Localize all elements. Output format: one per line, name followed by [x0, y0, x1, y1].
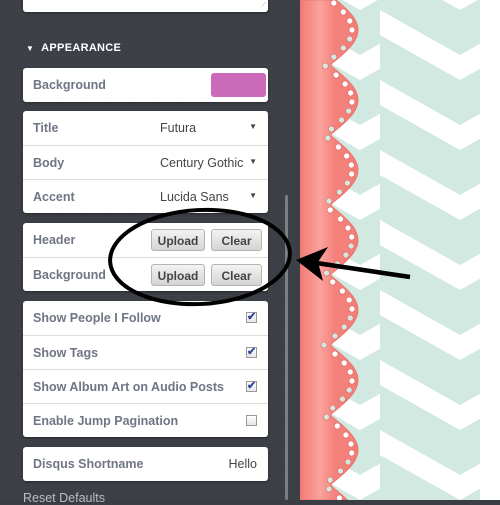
highlight-circle [108, 207, 292, 307]
annotation-overlay [108, 207, 411, 307]
